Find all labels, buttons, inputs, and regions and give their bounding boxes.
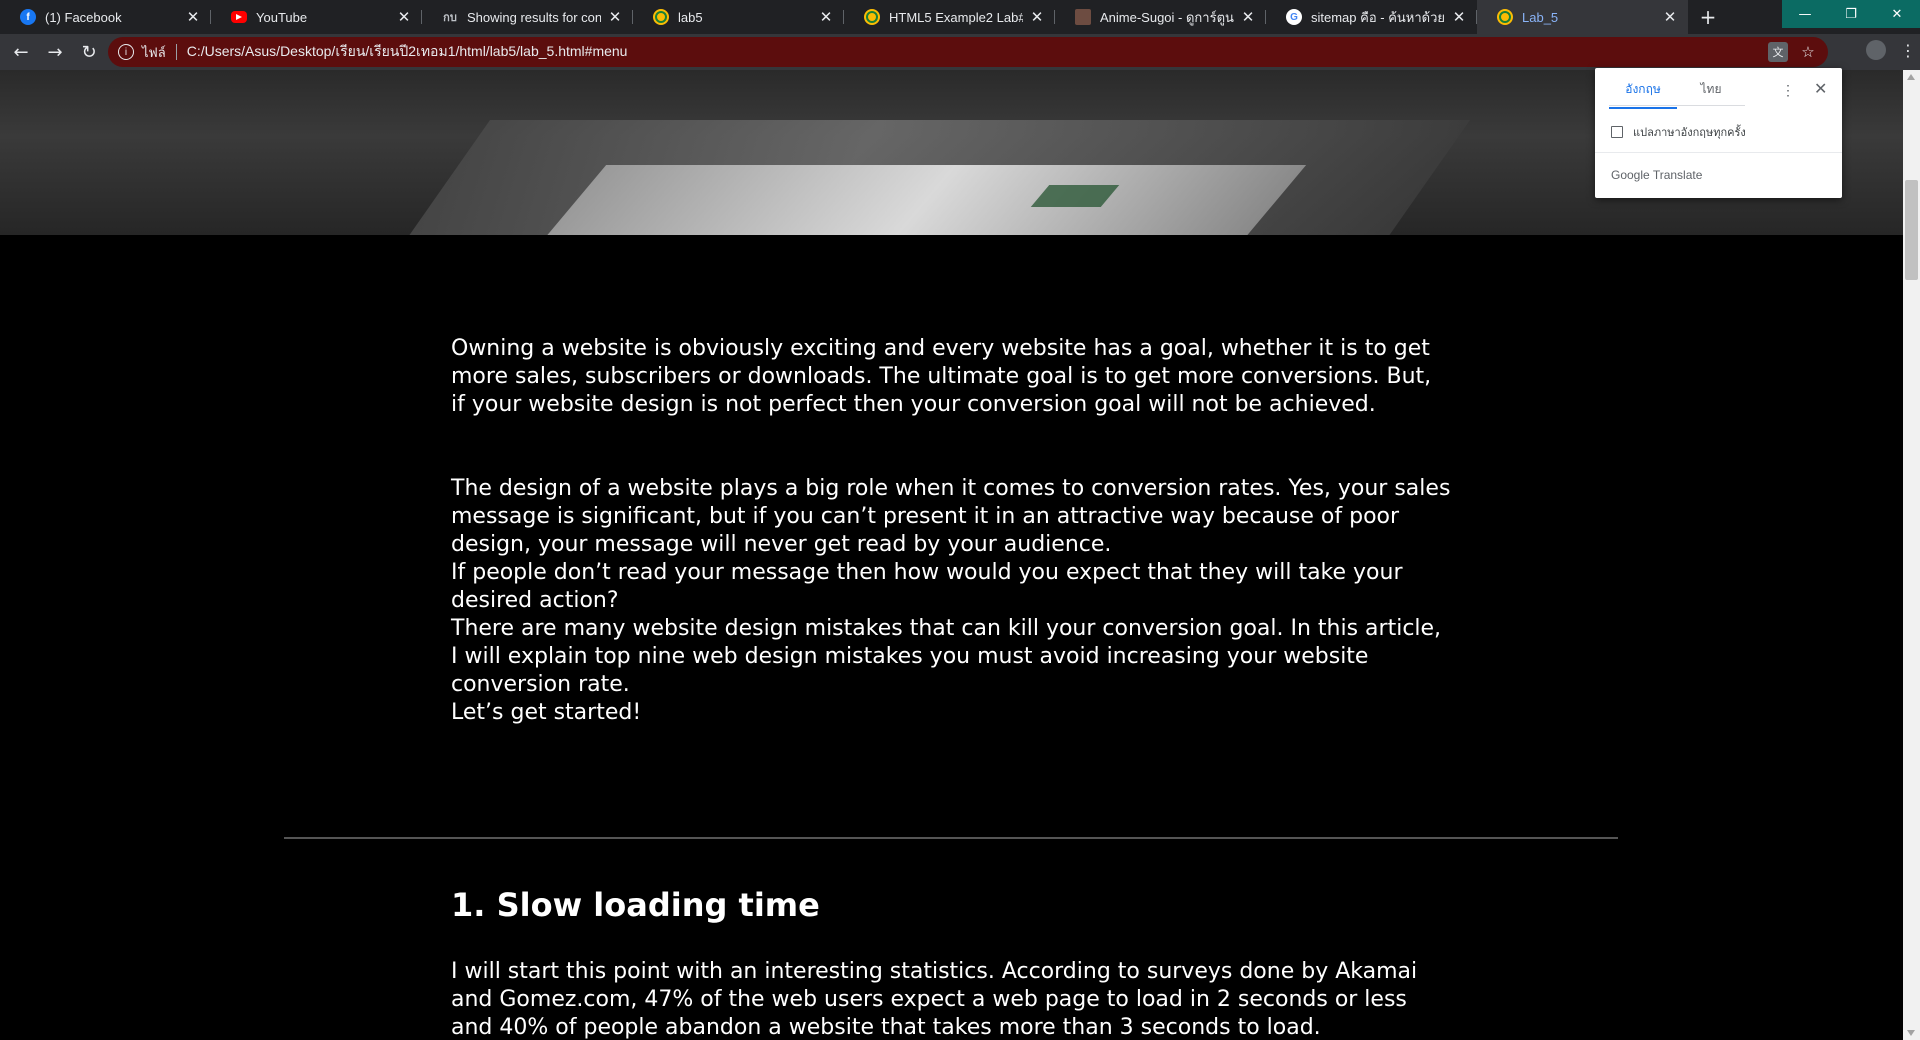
close-icon[interactable]: ✕ bbox=[1662, 8, 1678, 26]
tab-lab-5-active[interactable]: Lab_5 ✕ bbox=[1477, 0, 1688, 34]
intro-paragraph-1: Owning a website is obviously exciting a… bbox=[451, 336, 1432, 417]
intro-paragraph-2: The design of a website plays a big role… bbox=[451, 476, 1451, 557]
globe-icon bbox=[1497, 9, 1513, 25]
intro-paragraph-3: If people don’t read your message then h… bbox=[451, 560, 1403, 613]
address-bar[interactable]: i ไฟล์ C:/Users/Asus/Desktop/เรียน/เรียน… bbox=[108, 37, 1828, 67]
section-paragraph: I will start this point with an interest… bbox=[451, 959, 1418, 1040]
translate-icon[interactable]: 文 bbox=[1768, 42, 1788, 62]
google-icon: G bbox=[1286, 9, 1302, 25]
browser-toolbar: ← → ↻ i ไฟล์ C:/Users/Asus/Desktop/เรียน… bbox=[0, 34, 1920, 70]
globe-icon bbox=[653, 9, 669, 25]
close-icon[interactable]: ✕ bbox=[396, 8, 412, 26]
tab-html5-example[interactable]: HTML5 Example2 Lab#2 ✕ bbox=[844, 0, 1055, 34]
section-divider bbox=[284, 837, 1618, 839]
intro-paragraph-5: Let’s get started! bbox=[451, 700, 642, 725]
tab-youtube[interactable]: YouTube ✕ bbox=[211, 0, 422, 34]
minimize-button[interactable]: — bbox=[1782, 0, 1828, 28]
scrollbar-thumb[interactable] bbox=[1905, 180, 1918, 280]
tab-facebook[interactable]: f (1) Facebook ✕ bbox=[0, 0, 211, 34]
more-options-icon[interactable]: ⋮ bbox=[1781, 82, 1795, 99]
section-heading: 1. Slow loading time bbox=[451, 886, 820, 924]
always-translate-option[interactable]: แปลภาษาอังกฤษทุกครั้ง bbox=[1611, 123, 1746, 141]
tab-google-search[interactable]: G sitemap คือ - ค้นหาด้วย Goog ✕ bbox=[1266, 0, 1477, 34]
page-scrollbar[interactable] bbox=[1903, 70, 1920, 1040]
window-close-button[interactable]: ✕ bbox=[1874, 0, 1920, 28]
scroll-down-arrow-icon[interactable] bbox=[1907, 1030, 1915, 1036]
tab-title: Lab_5 bbox=[1522, 9, 1559, 25]
new-tab-button[interactable]: + bbox=[1688, 0, 1728, 34]
profile-avatar[interactable] bbox=[1866, 40, 1886, 60]
back-button[interactable]: ← bbox=[4, 35, 38, 69]
reload-button[interactable]: ↻ bbox=[72, 35, 106, 69]
close-icon[interactable]: ✕ bbox=[1814, 79, 1827, 99]
globe-icon bbox=[864, 9, 880, 25]
tab-title: YouTube bbox=[256, 9, 308, 25]
tab-title: lab5 bbox=[678, 9, 703, 25]
toolbar-right: ⋮ bbox=[1866, 40, 1916, 60]
omnibox-separator bbox=[175, 44, 177, 60]
page-viewport: Owning a website is obviously exciting a… bbox=[0, 70, 1903, 1040]
scheme-label: ไฟล์ bbox=[142, 44, 166, 60]
tab-anime-sugoi[interactable]: Anime-Sugoi - ดูการ์ตูน Anim ✕ bbox=[1055, 0, 1266, 34]
tab-lab5[interactable]: lab5 ✕ bbox=[633, 0, 844, 34]
tab-strip: f (1) Facebook ✕ YouTube ✕ กบ Showing re… bbox=[0, 0, 1920, 34]
translate-tab-underline bbox=[1609, 105, 1745, 106]
youtube-icon bbox=[231, 11, 247, 23]
thai-text-icon: กบ bbox=[443, 12, 457, 24]
close-icon[interactable]: ✕ bbox=[607, 8, 623, 26]
hero-paper-shape bbox=[513, 165, 1307, 235]
tab-title: sitemap คือ - ค้นหาด้วย Goog bbox=[1311, 9, 1445, 25]
restore-button[interactable]: ❐ bbox=[1828, 0, 1874, 28]
window-controls: — ❐ ✕ bbox=[1782, 0, 1920, 28]
site-info-icon[interactable]: i bbox=[118, 44, 134, 60]
close-icon[interactable]: ✕ bbox=[1029, 8, 1045, 26]
tab-search-results[interactable]: กบ Showing results for content ✕ bbox=[422, 0, 633, 34]
omnibox-actions: 文 ☆ bbox=[1768, 42, 1818, 62]
tab-title: Showing results for content bbox=[467, 9, 601, 25]
facebook-icon: f bbox=[20, 9, 36, 25]
scroll-up-arrow-icon[interactable] bbox=[1907, 74, 1915, 80]
close-icon[interactable]: ✕ bbox=[1451, 8, 1467, 26]
google-translate-brand: Google Translate bbox=[1611, 168, 1703, 182]
anime-icon bbox=[1075, 9, 1091, 25]
browser-menu-icon[interactable]: ⋮ bbox=[1900, 41, 1916, 60]
translate-popup-separator bbox=[1595, 152, 1842, 153]
translate-popup: อังกฤษ ไทย ⋮ ✕ แปลภาษาอังกฤษทุกครั้ง Goo… bbox=[1595, 68, 1842, 198]
always-translate-label: แปลภาษาอังกฤษทุกครั้ง bbox=[1633, 127, 1746, 139]
close-icon[interactable]: ✕ bbox=[185, 8, 201, 26]
forward-button[interactable]: → bbox=[38, 35, 72, 69]
close-icon[interactable]: ✕ bbox=[1240, 8, 1256, 26]
intro-paragraph-4: There are many website design mistakes t… bbox=[451, 616, 1442, 697]
tab-title: (1) Facebook bbox=[45, 9, 122, 25]
close-icon[interactable]: ✕ bbox=[818, 8, 834, 26]
tab-title: HTML5 Example2 Lab#2 bbox=[889, 9, 1023, 25]
always-translate-checkbox[interactable] bbox=[1611, 126, 1623, 138]
tab-title: Anime-Sugoi - ดูการ์ตูน Anim bbox=[1100, 9, 1234, 25]
bookmark-star-icon[interactable]: ☆ bbox=[1798, 42, 1818, 62]
url-text[interactable]: C:/Users/Asus/Desktop/เรียน/เรียนปี2เทอม… bbox=[187, 41, 628, 63]
